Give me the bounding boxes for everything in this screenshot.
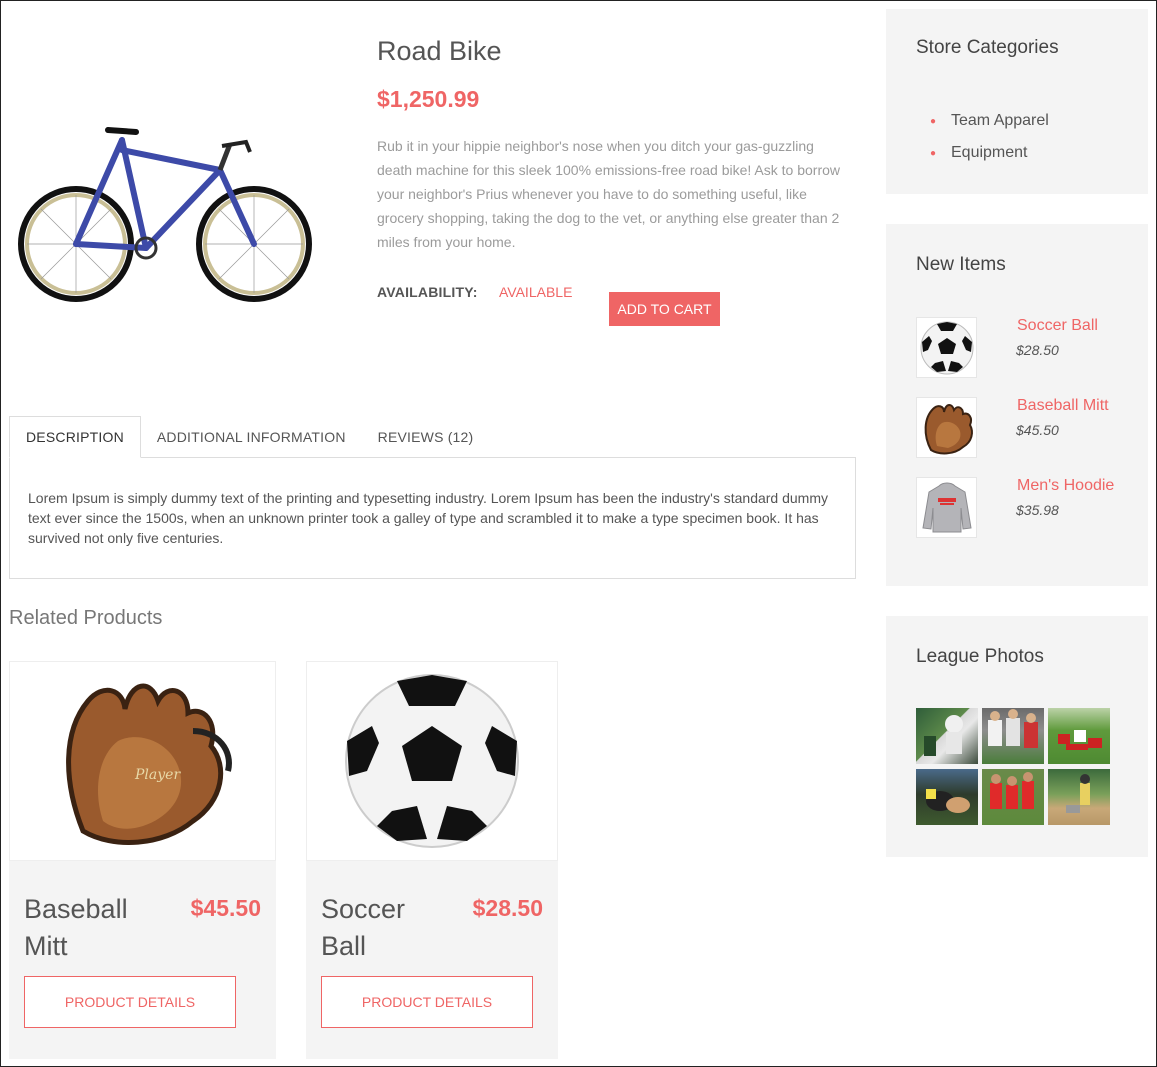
related-product-name[interactable]: Baseball Mitt [24,891,154,965]
photo-grid [916,708,1110,825]
category-list: ● Team Apparel ● Equipment [916,105,1049,169]
svg-text:Player: Player [134,767,181,783]
store-categories-heading: Store Categories [916,37,1059,58]
new-item: Baseball Mitt $45.50 [916,397,1136,459]
related-product-card: Soccer Ball $28.50 PRODUCT DETAILS [306,661,558,1059]
tab-reviews[interactable]: REVIEWS (12) [362,416,490,458]
new-item-name[interactable]: Soccer Ball [1017,317,1098,335]
category-label[interactable]: Equipment [951,144,1028,162]
store-categories-widget: Store Categories ● Team Apparel ● Equipmen… [886,9,1148,194]
league-photos-heading: League Photos [916,646,1044,667]
product-title: Road Bike [377,36,502,66]
soccer-ball-thumbnail[interactable] [916,317,977,378]
product-description: Rub it in your hippie neighbor's nose wh… [377,138,841,250]
related-product-name[interactable]: Soccer Ball [321,891,451,965]
league-photos-widget: League Photos [886,616,1148,857]
new-item-name[interactable]: Men's Hoodie [1017,477,1114,495]
category-item[interactable]: ● Team Apparel [916,105,1049,137]
product-tabs: DESCRIPTION ADDITIONAL INFORMATION REVIE… [9,416,489,458]
soccer-ball-image[interactable] [306,661,558,861]
league-photo[interactable] [982,769,1044,825]
tab-description[interactable]: DESCRIPTION [9,416,141,458]
add-to-cart-button[interactable]: ADD TO CART [609,292,720,326]
league-photo[interactable] [1048,708,1110,764]
baseball-mitt-image[interactable]: Player [9,661,276,861]
related-product-card: Player Baseball Mitt $45.50 PRODUCT DETA… [9,661,276,1059]
tab-panel-description: Lorem Ipsum is simply dummy text of the … [9,457,856,579]
league-photo[interactable] [982,708,1044,764]
product-details-button[interactable]: PRODUCT DETAILS [24,976,236,1028]
baseball-mitt-thumbnail[interactable] [916,397,977,458]
hoodie-thumbnail[interactable] [916,477,977,538]
new-items-heading: New Items [916,254,1006,275]
related-product-price: $28.50 [472,895,543,921]
bullet-icon: ● [930,147,937,159]
league-photo[interactable] [916,708,978,764]
league-photo[interactable] [916,769,978,825]
product-details-button[interactable]: PRODUCT DETAILS [321,976,533,1028]
road-bike-image [14,120,316,305]
bullet-icon: ● [930,115,937,127]
tab-additional-information[interactable]: ADDITIONAL INFORMATION [141,416,362,458]
new-item-price: $28.50 [1016,342,1059,358]
new-item-price: $45.50 [1016,422,1059,438]
description-text: Lorem Ipsum is simply dummy text of the … [28,490,829,546]
availability-label: AVAILABILITY: [377,284,478,300]
related-product-price: $45.50 [190,895,261,921]
category-label[interactable]: Team Apparel [951,112,1049,130]
new-item-name[interactable]: Baseball Mitt [1017,397,1109,415]
new-item: Men's Hoodie $35.98 [916,477,1136,539]
related-products-heading: Related Products [9,607,163,629]
new-item-price: $35.98 [1016,502,1059,518]
league-photo[interactable] [1048,769,1110,825]
availability-status: AVAILABLE [499,284,573,300]
new-item: Soccer Ball $28.50 [916,317,1136,379]
category-item[interactable]: ● Equipment [916,137,1049,169]
product-price: $1,250.99 [377,86,480,112]
new-items-widget: New Items Soccer Ball $28.50 Baseball Mi… [886,224,1148,586]
